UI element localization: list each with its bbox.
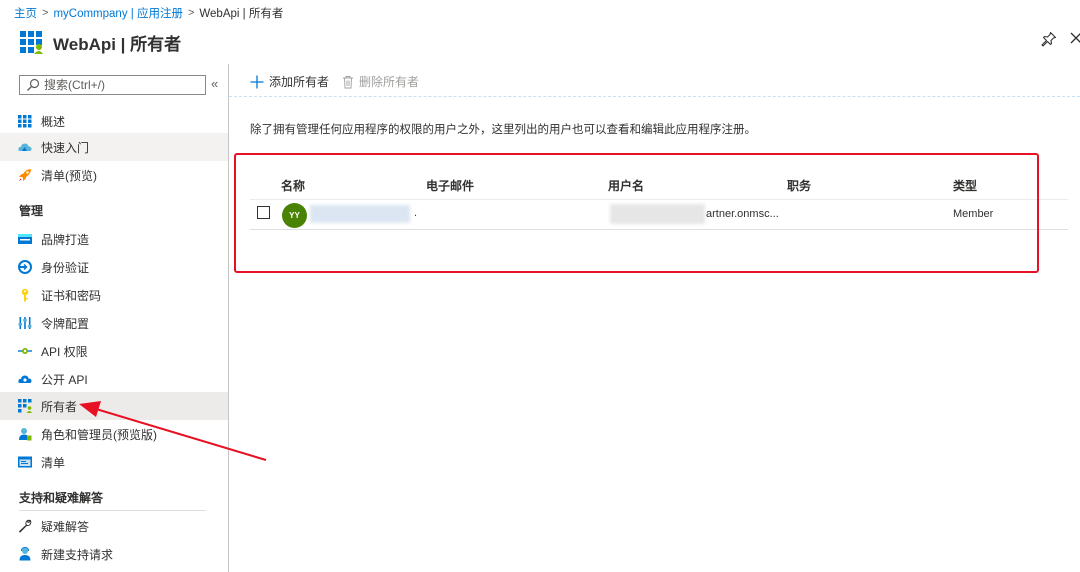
- owner-username: artner.onmsc...: [706, 208, 779, 220]
- sidebar-item-overview[interactable]: 概述: [0, 107, 228, 135]
- trash-icon: [343, 75, 353, 88]
- owner-type: Member: [953, 208, 994, 220]
- column-header-job-title[interactable]: 职务: [787, 177, 811, 194]
- sidebar-item-label: 身份验证: [41, 260, 90, 275]
- expose-api-cloud-icon: [18, 372, 32, 386]
- breadcrumb: 主页 > myCommpany | 应用注册 > WebApi | 所有者: [0, 0, 1080, 26]
- authentication-icon: [18, 260, 32, 274]
- branding-icon: [18, 232, 32, 246]
- sidebar-item-label: 角色和管理员(预览版): [41, 427, 157, 442]
- plus-icon: [250, 75, 264, 88]
- sidebar-item-label: 公开 API: [41, 372, 88, 387]
- column-header-name[interactable]: 名称: [281, 177, 305, 194]
- sidebar-item-expose-api[interactable]: 公开 API: [0, 365, 228, 393]
- page-title: WebApi | 所有者: [53, 35, 182, 54]
- collapse-sidebar-icon[interactable]: «: [211, 77, 218, 91]
- owner-email: .: [414, 207, 418, 219]
- column-header-username[interactable]: 用户名: [608, 177, 644, 194]
- sidebar-item-label: 疑难解答: [41, 519, 90, 534]
- owners-grid-icon: [18, 399, 32, 413]
- sidebar-item-label: API 权限: [41, 344, 88, 359]
- sidebar-item-branding[interactable]: 品牌打造: [0, 225, 228, 253]
- sidebar-item-label: 证书和密码: [41, 288, 102, 303]
- sidebar-item-api-permissions[interactable]: API 权限: [0, 337, 228, 365]
- sidebar-item-label: 清单: [41, 455, 66, 470]
- add-owner-label: 添加所有者: [269, 75, 330, 89]
- add-owner-button[interactable]: 添加所有者: [250, 73, 329, 90]
- sidebar-item-label: 快速入门: [41, 140, 90, 155]
- app-registration-icon: [20, 31, 43, 54]
- sidebar-border: [228, 64, 229, 572]
- sidebar: « 概述 快速入门 清单(预览) 管理 品牌打造 身份验证 证书和: [0, 64, 228, 572]
- column-header-type[interactable]: 类型: [953, 177, 977, 194]
- page-header: WebApi | 所有者: [0, 26, 1080, 64]
- sidebar-item-manifest[interactable]: 清单: [0, 448, 228, 476]
- redacted-username: [610, 204, 705, 224]
- token-config-icon: [18, 316, 32, 330]
- sidebar-item-troubleshooting[interactable]: 疑难解答: [0, 512, 228, 540]
- sidebar-item-integration-assistant[interactable]: 清单(预览): [0, 161, 228, 189]
- owners-description: 除了拥有管理任何应用程序的权限的用户之外，这里列出的用户也可以查看和编辑此应用程…: [250, 124, 756, 136]
- roles-admin-icon: [18, 427, 32, 441]
- table-row[interactable]: YY . artner.onmsc... Member: [250, 199, 1068, 230]
- toolbar-divider: [229, 96, 1080, 98]
- breadcrumb-home-link[interactable]: 主页: [14, 5, 37, 21]
- avatar: YY: [282, 203, 307, 228]
- sidebar-item-new-support-request[interactable]: 新建支持请求: [0, 540, 228, 568]
- sidebar-item-certificates-secrets[interactable]: 证书和密码: [0, 281, 228, 309]
- sidebar-divider: [19, 510, 206, 511]
- breadcrumb-current: WebApi | 所有者: [199, 8, 284, 20]
- section-header-manage: 管理: [19, 204, 44, 218]
- sidebar-item-authentication[interactable]: 身份验证: [0, 253, 228, 281]
- sidebar-item-owners[interactable]: 所有者: [0, 392, 228, 420]
- manifest-icon: [18, 455, 32, 469]
- search-icon: [27, 78, 40, 91]
- wrench-icon: [18, 519, 32, 533]
- key-icon: [18, 288, 32, 302]
- sidebar-item-label: 新建支持请求: [41, 547, 114, 562]
- cloud-icon: [18, 140, 32, 154]
- sidebar-item-label: 概述: [41, 114, 66, 129]
- sidebar-item-token-configuration[interactable]: 令牌配置: [0, 309, 228, 337]
- sidebar-item-label: 令牌配置: [41, 316, 90, 331]
- pin-icon[interactable]: [1041, 31, 1057, 47]
- breadcrumb-app-registrations-link[interactable]: myCommpany | 应用注册: [53, 5, 183, 21]
- row-select-checkbox[interactable]: [257, 206, 270, 219]
- remove-owner-label: 删除所有者: [359, 75, 420, 89]
- section-header-support: 支持和疑难解答: [19, 491, 104, 505]
- close-icon[interactable]: [1069, 31, 1080, 45]
- sidebar-search[interactable]: [19, 75, 206, 95]
- redacted-name: [310, 205, 410, 223]
- api-permissions-icon: [18, 344, 32, 358]
- support-person-icon: [18, 547, 32, 561]
- column-header-email[interactable]: 电子邮件: [426, 177, 474, 194]
- breadcrumb-separator: >: [42, 7, 49, 19]
- rocket-icon: [18, 168, 32, 182]
- sidebar-item-label: 所有者: [41, 399, 78, 414]
- sidebar-item-label: 清单(预览): [41, 168, 97, 183]
- sidebar-item-label: 品牌打造: [41, 232, 90, 247]
- sidebar-item-roles-administrators[interactable]: 角色和管理员(预览版): [0, 420, 228, 448]
- breadcrumb-separator: >: [187, 7, 195, 19]
- search-input[interactable]: [44, 78, 194, 92]
- command-bar: 添加所有者 删除所有者: [229, 64, 1080, 97]
- remove-owner-button[interactable]: 删除所有者: [342, 73, 419, 90]
- sidebar-item-quickstart[interactable]: 快速入门: [0, 133, 228, 161]
- overview-grid-icon: [18, 114, 32, 128]
